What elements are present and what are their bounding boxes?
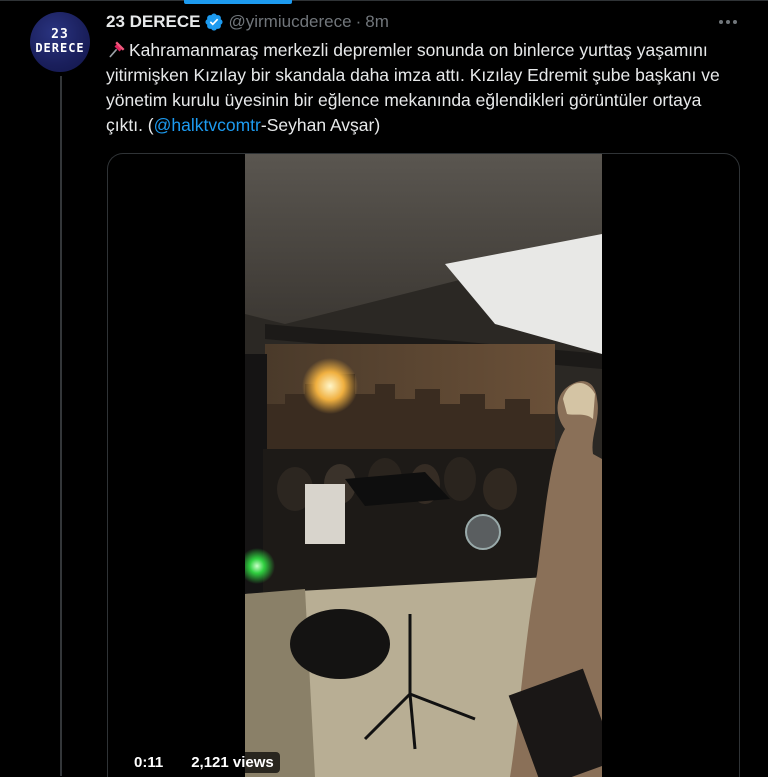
tweet-text-tail: -Seyhan Avşar) (260, 115, 381, 135)
video-frame[interactable] (245, 154, 602, 777)
verified-badge-icon[interactable] (204, 12, 224, 32)
timestamp[interactable]: 8m (365, 12, 389, 32)
video-still (245, 154, 602, 777)
tweet-text: Kahramanmaraş merkezli depremler sonunda… (106, 38, 726, 138)
video-view-count: 2,121 views (185, 752, 280, 773)
pushpin-icon (109, 41, 125, 58)
thread-line (60, 76, 62, 776)
separator-dot: · (355, 12, 362, 31)
display-name[interactable]: 23 DERECE (106, 12, 200, 32)
avatar-text-bottom: DERECE (35, 41, 85, 55)
top-divider (0, 0, 768, 1)
active-tab-indicator (184, 0, 292, 4)
avatar-text-top: 23 (51, 27, 69, 42)
avatar[interactable]: 23 DERECE (30, 12, 90, 72)
video-overlay: 0:11 2,121 views (128, 752, 280, 773)
user-handle[interactable]: @yirmiucderece (228, 12, 351, 32)
video-elapsed-time: 0:11 (128, 752, 170, 773)
video-player[interactable]: 0:11 2,121 views (107, 153, 740, 777)
mention-link[interactable]: @halktvcomtr (154, 115, 261, 135)
tweet-header: 23 DERECE @yirmiucderece · 8m (106, 10, 389, 34)
more-options-icon[interactable] (716, 12, 740, 32)
